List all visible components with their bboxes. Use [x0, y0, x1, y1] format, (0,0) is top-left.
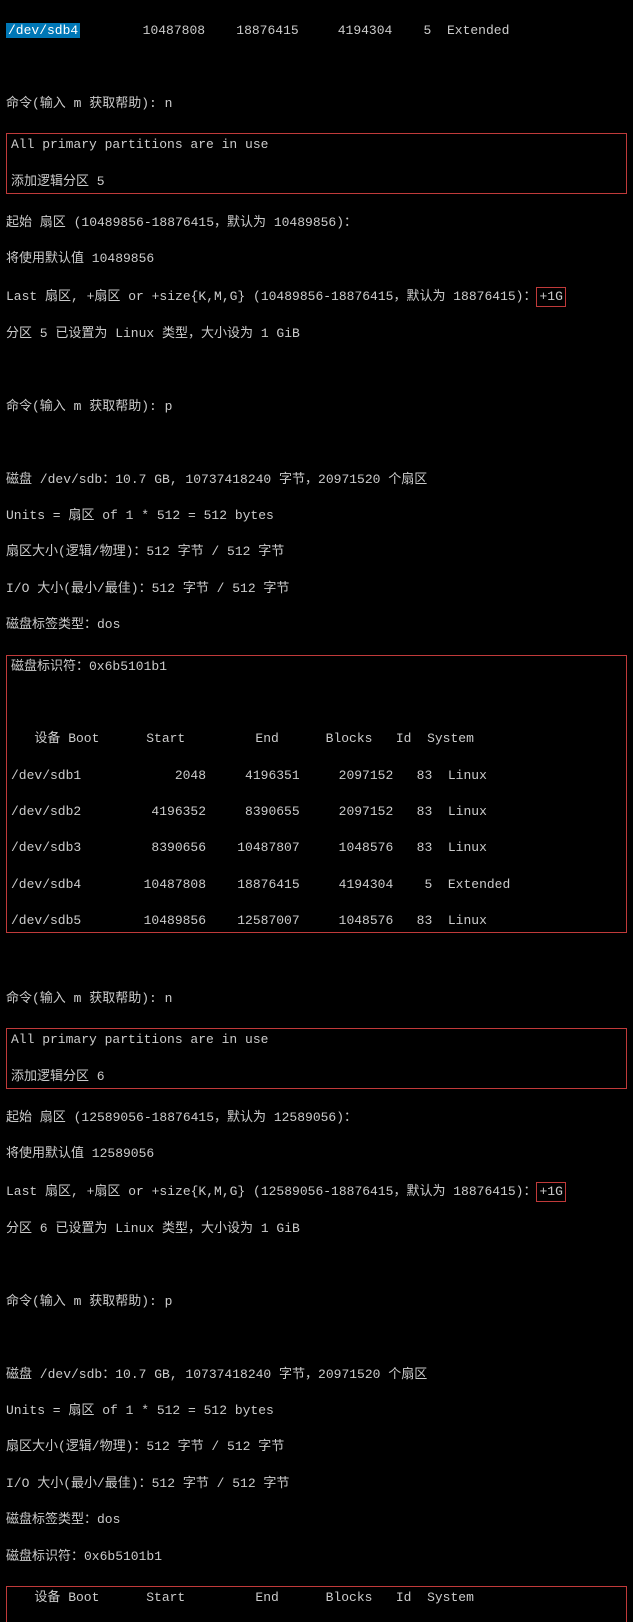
blank: [6, 1329, 627, 1347]
blank: [6, 362, 627, 380]
table-row: /dev/sdb5 10489856 12587007 1048576 83 L…: [11, 912, 622, 930]
cmd-prompt: 命令(输入 m 获取帮助): p: [6, 398, 627, 416]
disk-ident: 磁盘标识符：0x6b5101b1: [11, 658, 622, 676]
io-size: I/O 大小(最小/最佳)：512 字节 / 512 字节: [6, 580, 627, 598]
section-box-2: All primary partitions are in use 添加逻辑分区…: [6, 1028, 627, 1089]
msg: 添加逻辑分区 6: [11, 1068, 622, 1086]
default-val: 将使用默认值 12589056: [6, 1145, 627, 1163]
cmd-prompt: 命令(输入 m 获取帮助): n: [6, 990, 627, 1008]
io-size: I/O 大小(最小/最佳)：512 字节 / 512 字节: [6, 1475, 627, 1493]
dev-label: /dev/sdb4: [6, 23, 80, 38]
user-input-box[interactable]: +1G: [536, 1182, 565, 1202]
last-sector: Last 扇区, +扇区 or +size{K,M,G} (12589056-1…: [6, 1182, 627, 1202]
terminal[interactable]: /dev/sdb4 10487808 18876415 4194304 5 Ex…: [0, 0, 633, 1622]
label-type: 磁盘标签类型：dos: [6, 1511, 627, 1529]
cmd-prompt: 命令(输入 m 获取帮助): n: [6, 95, 627, 113]
header-row: /dev/sdb4 10487808 18876415 4194304 5 Ex…: [6, 22, 627, 40]
units: Units = 扇区 of 1 * 512 = 512 bytes: [6, 507, 627, 525]
msg: 添加逻辑分区 5: [11, 173, 622, 191]
default-val: 将使用默认值 10489856: [6, 250, 627, 268]
table-header: 设备 Boot Start End Blocks Id System: [11, 730, 622, 748]
table-row: /dev/sdb4 10487808 18876415 4194304 5 Ex…: [11, 876, 622, 894]
table-row: /dev/sdb2 4196352 8390655 2097152 83 Lin…: [11, 803, 622, 821]
start-sector: 起始 扇区 (10489856-18876415，默认为 10489856)：: [6, 214, 627, 232]
table-row: /dev/sdb3 8390656 10487807 1048576 83 Li…: [11, 839, 622, 857]
cmd-prompt: 命令(输入 m 获取帮助): p: [6, 1293, 627, 1311]
partition-box-1: 磁盘标识符：0x6b5101b1 设备 Boot Start End Block…: [6, 655, 627, 934]
partition-box-2: 设备 Boot Start End Blocks Id System /dev/…: [6, 1586, 627, 1622]
disk-info: 磁盘 /dev/sdb：10.7 GB, 10737418240 字节，2097…: [6, 471, 627, 489]
disk-info: 磁盘 /dev/sdb：10.7 GB, 10737418240 字节，2097…: [6, 1366, 627, 1384]
disk-ident: 磁盘标识符：0x6b5101b1: [6, 1548, 627, 1566]
blank: [6, 59, 627, 77]
section-box-1: All primary partitions are in use 添加逻辑分区…: [6, 133, 627, 194]
sector-size: 扇区大小(逻辑/物理)：512 字节 / 512 字节: [6, 543, 627, 561]
table-header: 设备 Boot Start End Blocks Id System: [11, 1589, 622, 1607]
sector-size: 扇区大小(逻辑/物理)：512 字节 / 512 字节: [6, 1438, 627, 1456]
units: Units = 扇区 of 1 * 512 = 512 bytes: [6, 1402, 627, 1420]
user-input-box[interactable]: +1G: [536, 287, 565, 307]
blank: [6, 954, 627, 972]
blank: [6, 1257, 627, 1275]
label-type: 磁盘标签类型：dos: [6, 616, 627, 634]
last-sector: Last 扇区, +扇区 or +size{K,M,G} (10489856-1…: [6, 287, 627, 307]
blank: [11, 694, 622, 712]
set-msg: 分区 6 已设置为 Linux 类型，大小设为 1 GiB: [6, 1220, 627, 1238]
set-msg: 分区 5 已设置为 Linux 类型，大小设为 1 GiB: [6, 325, 627, 343]
msg: All primary partitions are in use: [11, 136, 622, 154]
start-sector: 起始 扇区 (12589056-18876415，默认为 12589056)：: [6, 1109, 627, 1127]
blank: [6, 434, 627, 452]
msg: All primary partitions are in use: [11, 1031, 622, 1049]
table-row: /dev/sdb1 2048 4196351 2097152 83 Linux: [11, 767, 622, 785]
